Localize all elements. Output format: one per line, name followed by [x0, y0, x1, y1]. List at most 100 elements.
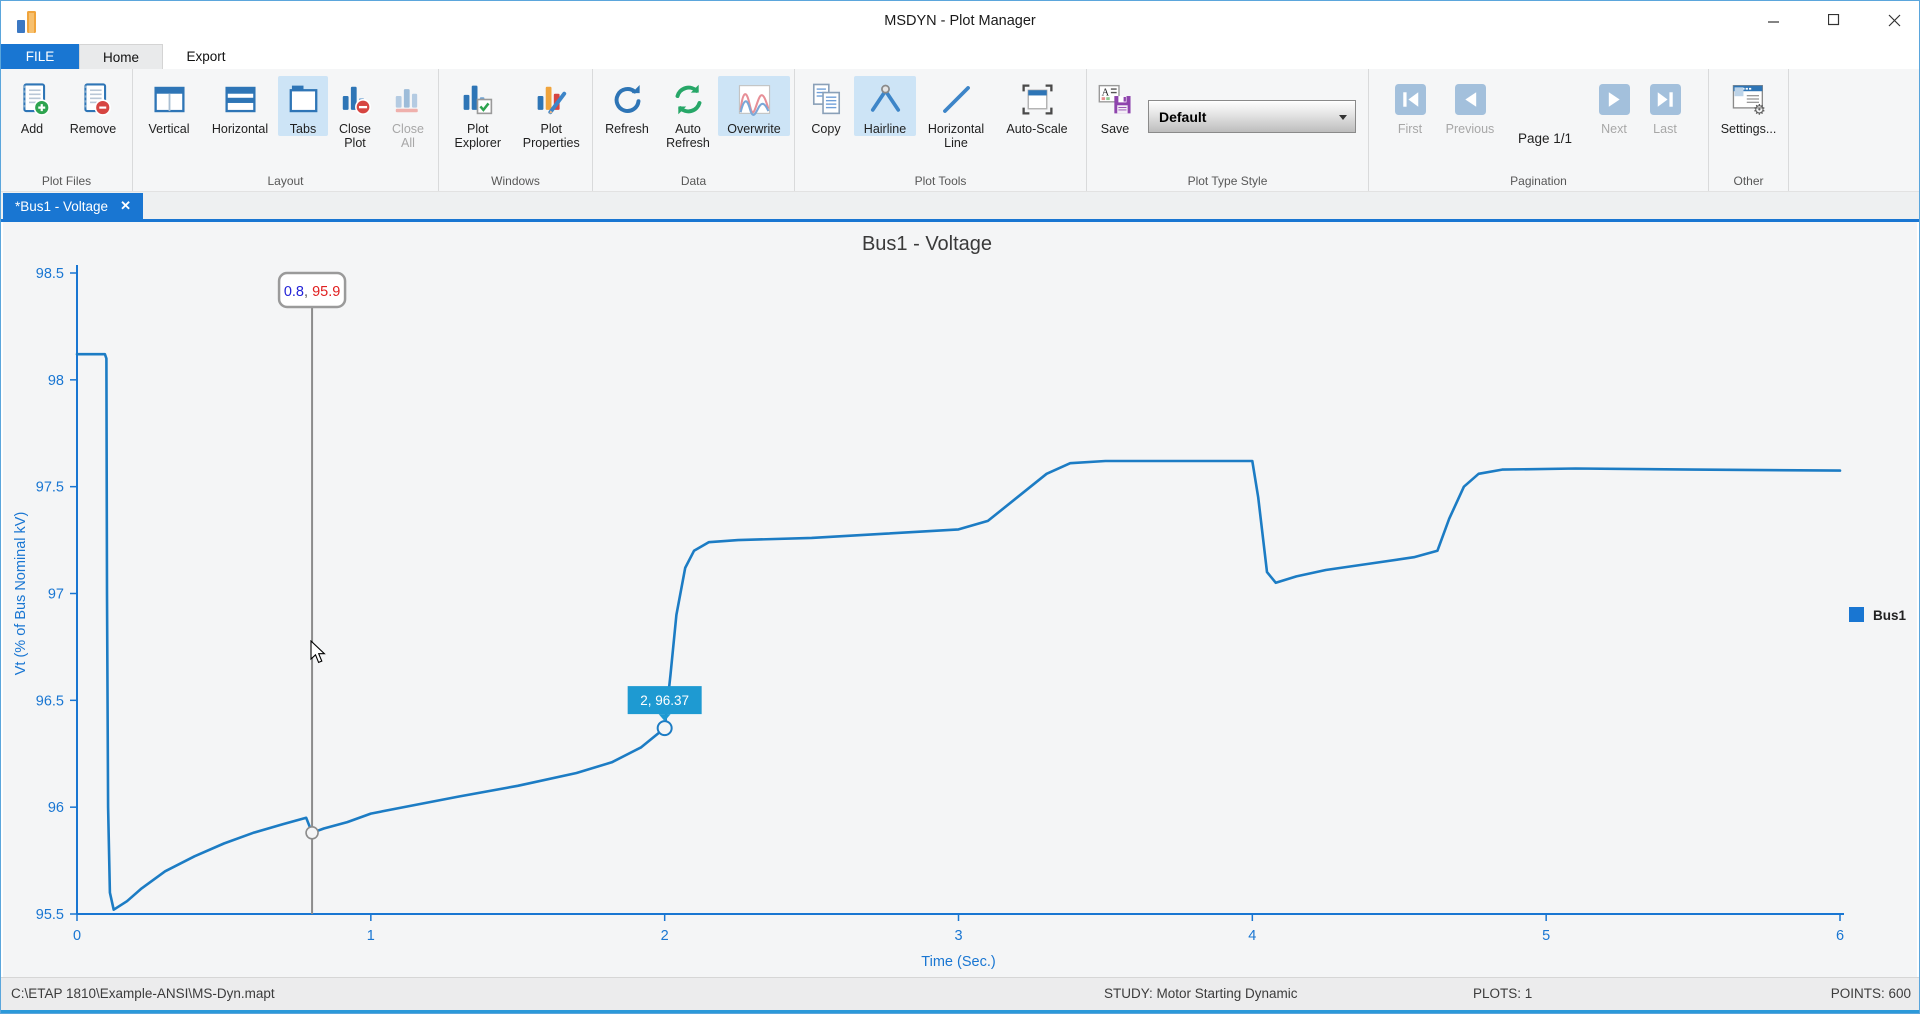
settings-icon: ⚙: [1729, 79, 1769, 119]
chevron-down-icon: [1339, 115, 1347, 120]
x-tick-label: 1: [367, 928, 375, 944]
copy-icon: [808, 79, 845, 119]
ribbon: Add Remove Plot Files Vertical Horizonta…: [1, 69, 1919, 192]
settings-button[interactable]: ⚙ Settings...: [1712, 76, 1785, 136]
close-all-button: Close All: [382, 76, 434, 150]
hairline-button[interactable]: Hairline: [854, 76, 916, 136]
add-icon: [14, 79, 51, 119]
auto-refresh-button[interactable]: Auto Refresh: [658, 76, 718, 150]
svg-text:A: A: [1101, 87, 1109, 98]
doc-tab-close-icon[interactable]: ✕: [120, 198, 131, 214]
page-indicator: Page 1/1: [1502, 131, 1588, 146]
y-tick-label: 97: [48, 587, 64, 603]
previous-page-icon: [1455, 79, 1486, 119]
save-style-button[interactable]: A Save: [1090, 76, 1140, 136]
ribbon-tab-row: FILE Home Export: [1, 44, 1919, 69]
x-axis-title: Time (Sec.): [921, 954, 995, 970]
y-tick-label: 98.5: [36, 266, 64, 282]
refresh-icon: [609, 79, 646, 119]
mouse-cursor: [309, 640, 331, 671]
x-tick-label: 0: [73, 928, 81, 944]
next-page-button: Next: [1588, 76, 1640, 136]
plot-style-dropdown[interactable]: Default: [1148, 100, 1356, 133]
y-tick-label: 97.5: [36, 480, 64, 496]
group-label-layout: Layout: [133, 174, 438, 188]
x-tick-label: 5: [1542, 928, 1550, 944]
tabs-layout-icon: [285, 79, 322, 119]
y-tick-label: 98: [48, 373, 64, 389]
next-page-icon: [1599, 79, 1630, 119]
group-plot-tools: Copy Hairline Horizontal Line Auto-Scale…: [795, 69, 1087, 191]
group-pagination: First Previous Page 1/1 Next Last Pagina…: [1369, 69, 1709, 191]
group-label-pagination: Pagination: [1369, 174, 1708, 188]
close-plot-button[interactable]: Close Plot: [328, 76, 382, 150]
tab-export[interactable]: Export: [163, 44, 249, 69]
save-style-icon: A: [1097, 79, 1134, 119]
plot-canvas[interactable]: 95.59696.59797.59898.50123456Time (Sec.)…: [3, 222, 1919, 979]
plot-style-value: Default: [1159, 109, 1206, 125]
close-plot-icon: [337, 79, 374, 119]
status-points: POINTS: 600: [1831, 986, 1911, 1001]
auto-refresh-icon: [670, 79, 707, 119]
svg-text:⚙: ⚙: [1752, 103, 1765, 117]
y-tick-label: 96.5: [36, 693, 64, 709]
window-border: [1, 1010, 1919, 1013]
tab-home[interactable]: Home: [79, 44, 163, 69]
y-tick-label: 95.5: [36, 907, 64, 923]
callout-marker[interactable]: [658, 721, 672, 735]
y-axis-title: Vt (% of Bus Nominal kV): [13, 512, 29, 676]
overwrite-button[interactable]: Overwrite: [718, 76, 790, 136]
auto-scale-button[interactable]: Auto-Scale: [996, 76, 1078, 136]
group-label-windows: Windows: [439, 174, 592, 188]
horizontal-line-icon: [938, 79, 975, 119]
close-button[interactable]: [1877, 5, 1911, 35]
y-tick-label: 96: [48, 800, 64, 816]
tabs-button[interactable]: Tabs: [278, 76, 328, 136]
first-page-icon: [1395, 79, 1426, 119]
app-window: MSDYN - Plot Manager FILE Home Export Ad…: [0, 0, 1920, 1014]
plot-explorer-icon: [459, 79, 496, 119]
last-page-icon: [1650, 79, 1681, 119]
x-tick-label: 2: [661, 928, 669, 944]
status-bar: C:\ETAP 1810\Example-ANSI\MS-Dyn.mapt ST…: [1, 977, 1919, 1010]
document-tab-strip: *Bus1 - Voltage ✕: [1, 192, 1919, 219]
horizontal-line-button[interactable]: Horizontal Line: [916, 76, 996, 150]
vertical-button[interactable]: Vertical: [136, 76, 202, 136]
callout-label: 2, 96.37: [640, 693, 689, 708]
add-button[interactable]: Add: [4, 76, 60, 136]
status-study: STUDY: Motor Starting Dynamic: [1104, 986, 1298, 1001]
group-data: Refresh Auto Refresh Overwrite Data: [593, 69, 795, 191]
refresh-button[interactable]: Refresh: [596, 76, 658, 136]
doc-tab-bus1-voltage[interactable]: *Bus1 - Voltage ✕: [3, 193, 143, 219]
close-all-icon: [390, 79, 427, 119]
copy-button[interactable]: Copy: [798, 76, 854, 136]
tab-file[interactable]: FILE: [1, 44, 79, 69]
minimize-button[interactable]: [1757, 5, 1791, 35]
group-label-plot-type-style: Plot Type Style: [1087, 174, 1368, 188]
status-plots: PLOTS: 1: [1473, 986, 1532, 1001]
previous-page-button: Previous: [1438, 76, 1502, 136]
plot-page: Bus1 - Voltage 95.59696.59797.59898.5012…: [3, 222, 1917, 979]
callout-pointer: [659, 714, 671, 721]
doc-tab-label: *Bus1 - Voltage: [15, 199, 108, 214]
plot-properties-icon: [533, 79, 570, 119]
x-tick-label: 6: [1836, 928, 1844, 944]
last-page-button: Last: [1640, 76, 1690, 136]
auto-scale-icon: [1019, 79, 1056, 119]
series-bus1-line: [77, 354, 1840, 910]
group-label-data: Data: [593, 174, 794, 188]
group-label-plot-tools: Plot Tools: [795, 174, 1086, 188]
hairline-marker[interactable]: [306, 827, 318, 839]
status-file-path: C:\ETAP 1810\Example-ANSI\MS-Dyn.mapt: [11, 986, 275, 1001]
plot-properties-button[interactable]: Plot Properties: [514, 76, 589, 150]
remove-icon: [75, 79, 112, 119]
maximize-button[interactable]: [1817, 5, 1851, 35]
legend-label: Bus1: [1873, 608, 1907, 623]
horizontal-button[interactable]: Horizontal: [202, 76, 278, 136]
group-other: ⚙ Settings... Other: [1709, 69, 1789, 191]
remove-button[interactable]: Remove: [60, 76, 126, 136]
group-windows: Plot Explorer Plot Properties Windows: [439, 69, 593, 191]
group-plot-type-style: A Save Default Plot Type Style: [1087, 69, 1369, 191]
plot-explorer-button[interactable]: Plot Explorer: [442, 76, 514, 150]
group-label-other: Other: [1709, 174, 1788, 188]
